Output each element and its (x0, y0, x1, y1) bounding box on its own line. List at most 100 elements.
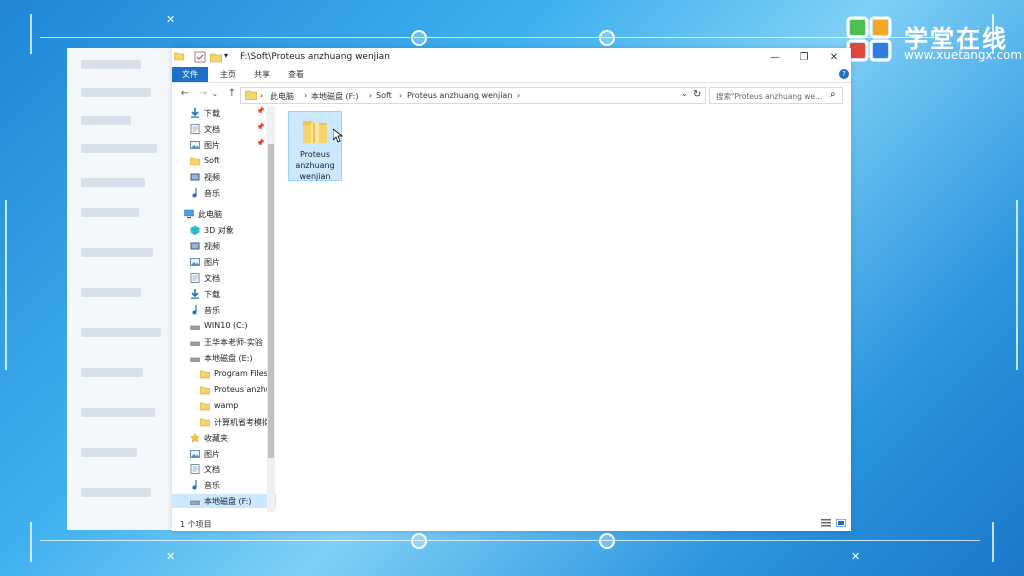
folder-icon (199, 369, 211, 379)
download-icon (190, 289, 200, 299)
sidebar-item[interactable]: Program Files (172, 367, 276, 381)
sidebar-item-label: Program Files (214, 369, 268, 378)
sidebar-item[interactable]: Soft (172, 154, 276, 168)
sidebar-item[interactable]: 计算机省考模拟 (172, 415, 276, 429)
document-icon (190, 464, 200, 474)
folder-item[interactable]: Proteus anzhuang wenjian (288, 111, 343, 181)
customize-toolbar-icon[interactable]: ▾ (224, 51, 234, 63)
sidebar-item-label: 本地磁盘 (F:) (204, 497, 252, 506)
cube-icon (190, 225, 200, 235)
frame-line (30, 522, 32, 562)
forward-button[interactable]: → (196, 87, 210, 101)
refresh-icon[interactable]: ↻ (693, 89, 701, 100)
folder-icon (302, 115, 328, 149)
breadcrumb-this-pc[interactable]: 此电脑 (270, 91, 294, 102)
new-folder-icon[interactable] (209, 51, 223, 63)
sidebar-item[interactable]: 视频 (172, 170, 276, 184)
frame-x-mark: ✕ (166, 550, 176, 563)
video-icon (190, 172, 200, 181)
scrollbar-thumb[interactable] (268, 144, 274, 458)
recent-locations-button[interactable]: ⌄ (210, 87, 220, 101)
sidebar-item[interactable]: 此电脑 (172, 207, 276, 221)
sidebar-item[interactable]: 视频 (172, 239, 276, 253)
blurred-row (81, 328, 161, 337)
sidebar-item-label: 此电脑 (198, 210, 222, 219)
blurred-row (81, 60, 141, 69)
document-icon (190, 124, 200, 134)
sidebar-item-label: wamp (214, 401, 239, 410)
blurred-row (81, 448, 137, 457)
sidebar-item[interactable]: WIN10 (C:) (172, 319, 276, 333)
search-icon[interactable]: ⌕ (830, 89, 836, 100)
drive-icon (190, 353, 200, 362)
sidebar-item[interactable]: 下载 📌 (172, 106, 276, 120)
sidebar-item[interactable]: 文档 (172, 462, 276, 476)
details-view-icon[interactable] (821, 519, 831, 527)
tab-view[interactable]: 查看 (280, 67, 312, 82)
back-button[interactable]: ← (178, 87, 192, 101)
folder-icon (173, 51, 185, 63)
frame-line (30, 14, 32, 54)
pc-icon (184, 209, 194, 219)
sidebar-item-label: 本地磁盘 (E:) (204, 354, 253, 363)
sidebar-item[interactable]: 图片 (172, 447, 276, 461)
music-icon (190, 188, 200, 198)
large-icons-view-icon[interactable] (836, 519, 846, 527)
breadcrumb-separator: › (260, 91, 264, 100)
help-icon[interactable]: ? (839, 69, 849, 79)
sidebar-item[interactable]: 3D 对象 (172, 223, 276, 237)
search-input[interactable]: 搜索"Proteus anzhuang we... (716, 91, 822, 102)
sidebar-item[interactable]: 文档 (172, 271, 276, 285)
tab-file[interactable]: 文件 (172, 67, 208, 82)
music-icon (190, 305, 200, 315)
sidebar-item[interactable]: 王华本老师-实验 (172, 335, 276, 349)
sidebar-item[interactable]: 本地磁盘 (E:) (172, 351, 276, 365)
up-button[interactable]: ↑ (225, 87, 239, 101)
tab-share[interactable]: 共享 (246, 67, 278, 82)
address-bar[interactable]: › 此电脑 › 本地磁盘 (F:) › Soft › Proteus anzhu… (240, 87, 706, 104)
video-icon (190, 241, 200, 250)
blurred-row (81, 144, 157, 153)
sidebar-item[interactable]: 图片 📌 (172, 138, 276, 152)
sidebar-item[interactable]: 音乐 (172, 186, 276, 200)
blurred-row (81, 88, 151, 97)
sidebar-item-label: 王华本老师-实验 (204, 338, 263, 347)
sidebar-item[interactable]: 下载 (172, 287, 276, 301)
frame-line (1016, 200, 1018, 370)
frame-circle (599, 533, 615, 549)
sidebar-scrollbar[interactable] (267, 106, 275, 512)
search-box[interactable]: 搜索"Proteus anzhuang we... ⌕ (709, 87, 843, 104)
breadcrumb-drive-f[interactable]: 本地磁盘 (F:) (311, 91, 358, 102)
item-count: 1 个项目 (180, 520, 212, 529)
document-icon (190, 273, 200, 283)
sidebar-item[interactable]: 音乐 (172, 303, 276, 317)
navigation-pane: 下载 📌 文档 📌 图片 📌 Soft 视频 音乐 此电脑 3D 对象 视频 图片 文档 下载 音乐 WIN10… (172, 106, 276, 512)
breadcrumb-current-folder[interactable]: Proteus anzhuang wenjian (407, 91, 512, 100)
breadcrumb-soft[interactable]: Soft (376, 91, 392, 100)
sidebar-item[interactable]: wamp (172, 399, 276, 413)
sidebar-item-label: 计算机省考模拟 (214, 418, 270, 427)
sidebar-item[interactable]: 音乐 (172, 478, 276, 492)
tab-home[interactable]: 主页 (212, 67, 244, 82)
blurred-row (81, 178, 145, 187)
logo-mark-icon (846, 16, 892, 62)
picture-icon (190, 140, 200, 149)
sidebar-item[interactable]: 文档 📌 (172, 122, 276, 136)
sidebar-item[interactable]: 图片 (172, 255, 276, 269)
sidebar-item[interactable]: 本地磁盘 (F:) (172, 494, 276, 508)
folder-name: Proteus anzhuang wenjian (295, 150, 335, 181)
picture-icon (190, 449, 200, 458)
properties-icon[interactable] (194, 51, 206, 63)
frame-line (40, 37, 940, 38)
sidebar-item[interactable]: 收藏夹 (172, 431, 276, 445)
close-button[interactable]: ✕ (819, 50, 849, 65)
minimize-button[interactable]: — (760, 50, 790, 65)
maximize-button[interactable]: ❐ (789, 50, 819, 65)
folder-icon (244, 90, 258, 102)
address-dropdown-icon[interactable]: ⌄ (681, 89, 688, 98)
status-bar: 1 个项目 (172, 514, 851, 531)
folder-icon (199, 401, 211, 411)
navigation-bar: ← → ⌄ ↑ › 此电脑 › 本地磁盘 (F:) › Soft › Prote… (172, 84, 851, 106)
sidebar-item[interactable]: Proteus anzhu (172, 383, 276, 397)
mouse-cursor-icon (333, 129, 343, 143)
